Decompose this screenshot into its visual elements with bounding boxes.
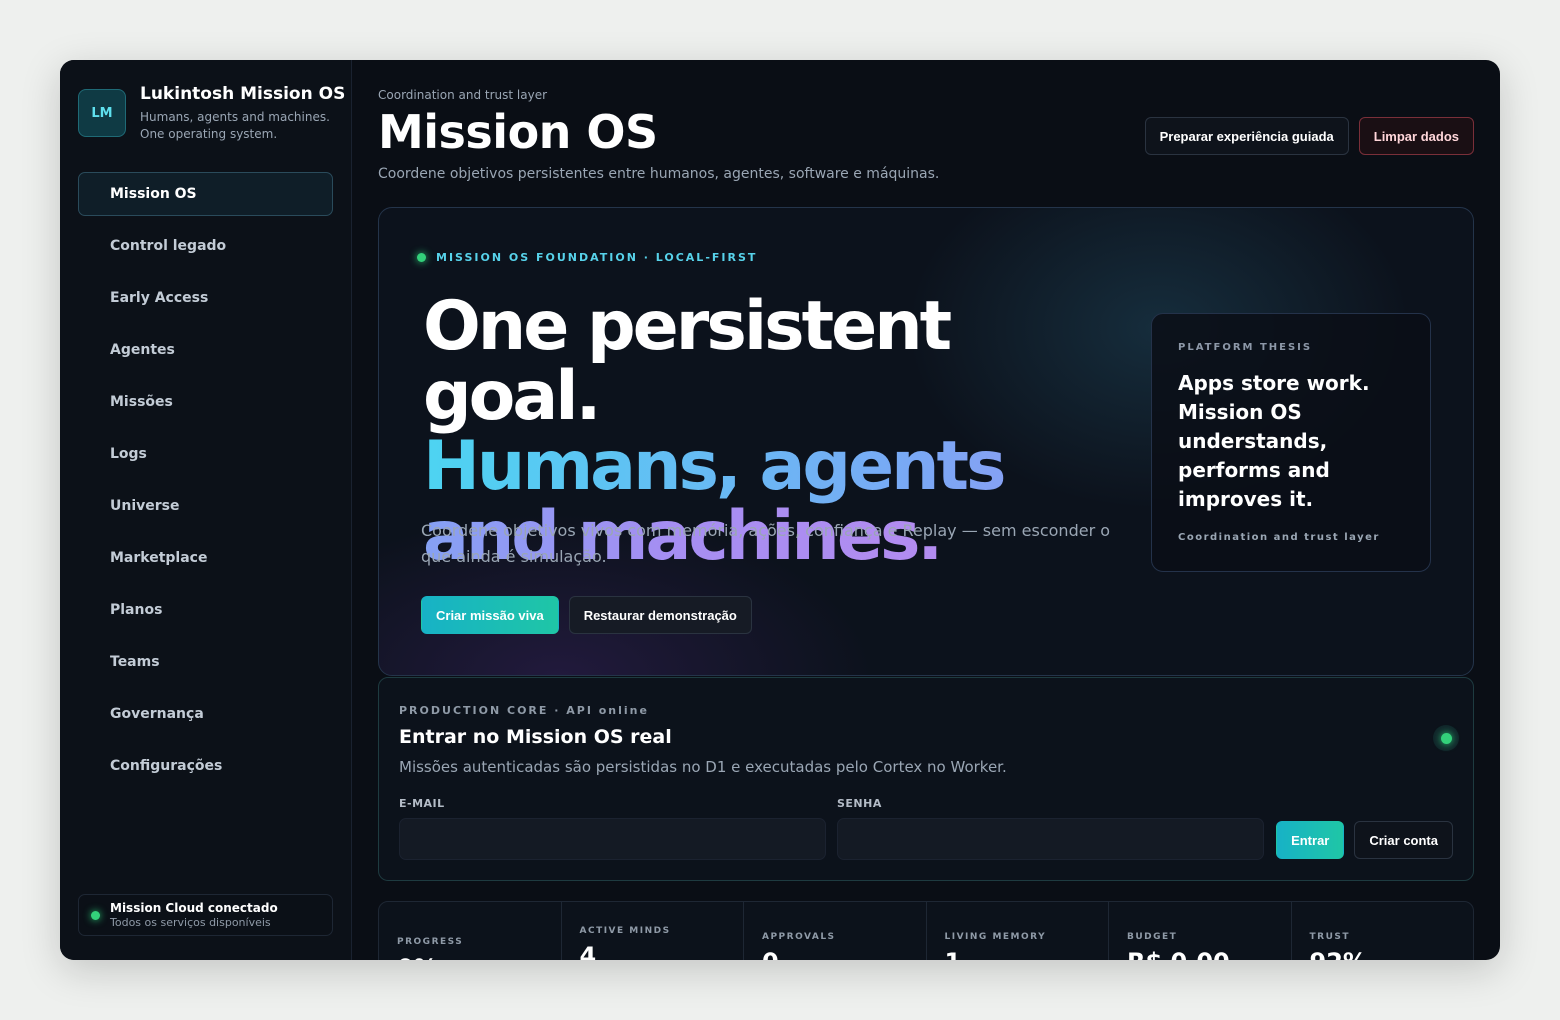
production-tag: PRODUCTION CORE · API online: [399, 704, 649, 717]
thesis-body: Apps store work. Mission OS understands,…: [1178, 371, 1370, 511]
sidebar: LM Lukintosh Mission OS Humans, agents a…: [60, 60, 352, 960]
stat-progress: PROGRESS 0%: [379, 902, 562, 960]
page-subtitle: Coordene objetivos persistentes entre hu…: [378, 166, 940, 182]
page-title: Mission OS: [378, 105, 658, 159]
brand-subtitle: Humans, agents and machines. One operati…: [140, 110, 330, 141]
stat-label: PROGRESS: [397, 937, 464, 947]
stat-approvals: APPROVALS 0: [744, 902, 927, 960]
stats-strip: PROGRESS 0% ACTIVE MINDS 4 APPROVALS 0 L…: [378, 901, 1474, 960]
cloud-status: Mission Cloud conectado Todos os serviço…: [78, 894, 333, 936]
stat-label: ACTIVE MINDS: [579, 926, 671, 936]
cloud-status-subtitle: Todos os serviços disponíveis: [110, 915, 271, 929]
stat-active-minds: ACTIVE MINDS 4: [562, 902, 744, 960]
stat-label: TRUST: [1309, 932, 1350, 942]
email-field[interactable]: [399, 818, 826, 860]
status-dot-icon: [1440, 732, 1452, 744]
cloud-status-title: Mission Cloud conectado: [110, 900, 278, 915]
sidebar-nav: Mission OS Control legado Early Access A…: [78, 172, 333, 796]
sidebar-item-missoes[interactable]: Missões: [78, 380, 333, 424]
hero-actions: Criar missão viva Restaurar demonstração: [421, 596, 752, 634]
header-actions: Preparar experiência guiada Limpar dados: [1144, 117, 1474, 155]
online-indicator-icon: [1433, 725, 1459, 751]
stat-living-memory: LIVING MEMORY 1: [927, 902, 1109, 960]
status-dot-icon: [91, 910, 100, 920]
stat-value: 4: [579, 942, 597, 960]
stat-label: APPROVALS: [762, 932, 836, 942]
stat-value: 92%: [1310, 948, 1367, 960]
sidebar-item-marketplace[interactable]: Marketplace: [78, 536, 333, 580]
sidebar-item-control-legado[interactable]: Control legado: [78, 224, 333, 268]
stat-value: 0%: [397, 954, 438, 960]
sidebar-item-planos[interactable]: Planos: [78, 588, 333, 632]
platform-thesis-card: PLATFORM THESIS Apps store work. Mission…: [1151, 313, 1431, 572]
thesis-tag: PLATFORM THESIS: [1178, 342, 1313, 353]
brand: LM Lukintosh Mission OS Humans, agents a…: [78, 84, 345, 143]
sidebar-item-logs[interactable]: Logs: [78, 432, 333, 476]
stat-value: R$ 0,00: [1127, 948, 1230, 960]
status-dot-icon: [417, 253, 426, 262]
page-eyebrow: Coordination and trust layer: [378, 88, 548, 102]
stat-budget: BUDGET R$ 0,00: [1109, 902, 1292, 960]
thesis-footer: Coordination and trust layer: [1178, 532, 1380, 543]
stat-value: 1: [945, 948, 962, 960]
hero-headline-line1: One persistent goal.: [423, 287, 952, 436]
signup-button[interactable]: Criar conta: [1354, 821, 1453, 859]
production-title: Entrar no Mission OS real: [399, 726, 672, 748]
hero-card: MISSION OS FOUNDATION · LOCAL-FIRST One …: [378, 207, 1474, 676]
sidebar-item-configuracoes[interactable]: Configurações: [78, 744, 333, 788]
sidebar-item-teams[interactable]: Teams: [78, 640, 333, 684]
restore-demo-button[interactable]: Restaurar demonstração: [568, 596, 752, 634]
email-label: E-MAIL: [399, 797, 445, 810]
stat-value: 0: [762, 948, 779, 960]
login-button[interactable]: Entrar: [1276, 821, 1345, 859]
clear-data-button[interactable]: Limpar dados: [1358, 117, 1474, 155]
production-login-card: PRODUCTION CORE · API online Entrar no M…: [378, 677, 1474, 881]
main-content: Coordination and trust layer Mission OS …: [352, 60, 1500, 960]
production-subtitle: Missões autenticadas são persistidas no …: [399, 758, 1007, 776]
stat-trust: TRUST 92%: [1292, 902, 1474, 960]
login-actions: Entrar Criar conta: [1276, 821, 1453, 859]
guided-experience-button[interactable]: Preparar experiência guiada: [1144, 117, 1349, 155]
sidebar-item-agentes[interactable]: Agentes: [78, 328, 333, 372]
sidebar-item-mission-os[interactable]: Mission OS: [78, 172, 333, 216]
password-label: SENHA: [837, 797, 882, 810]
hero-tag: MISSION OS FOUNDATION · LOCAL-FIRST: [417, 251, 757, 264]
sidebar-item-governanca[interactable]: Governança: [78, 692, 333, 736]
app-window: LM Lukintosh Mission OS Humans, agents a…: [60, 60, 1500, 960]
sidebar-item-universe[interactable]: Universe: [78, 484, 333, 528]
create-mission-button[interactable]: Criar missão viva: [421, 596, 559, 634]
stat-label: LIVING MEMORY: [944, 932, 1047, 942]
password-field[interactable]: [837, 818, 1264, 860]
brand-logo[interactable]: LM: [78, 89, 126, 137]
stat-label: BUDGET: [1127, 932, 1178, 942]
hero-description: Coordene objetivos vivos com memória, aç…: [421, 521, 1111, 566]
sidebar-item-early-access[interactable]: Early Access: [78, 276, 333, 320]
brand-title: Lukintosh Mission OS: [140, 84, 346, 104]
hero-tag-label: MISSION OS FOUNDATION · LOCAL-FIRST: [436, 251, 758, 264]
